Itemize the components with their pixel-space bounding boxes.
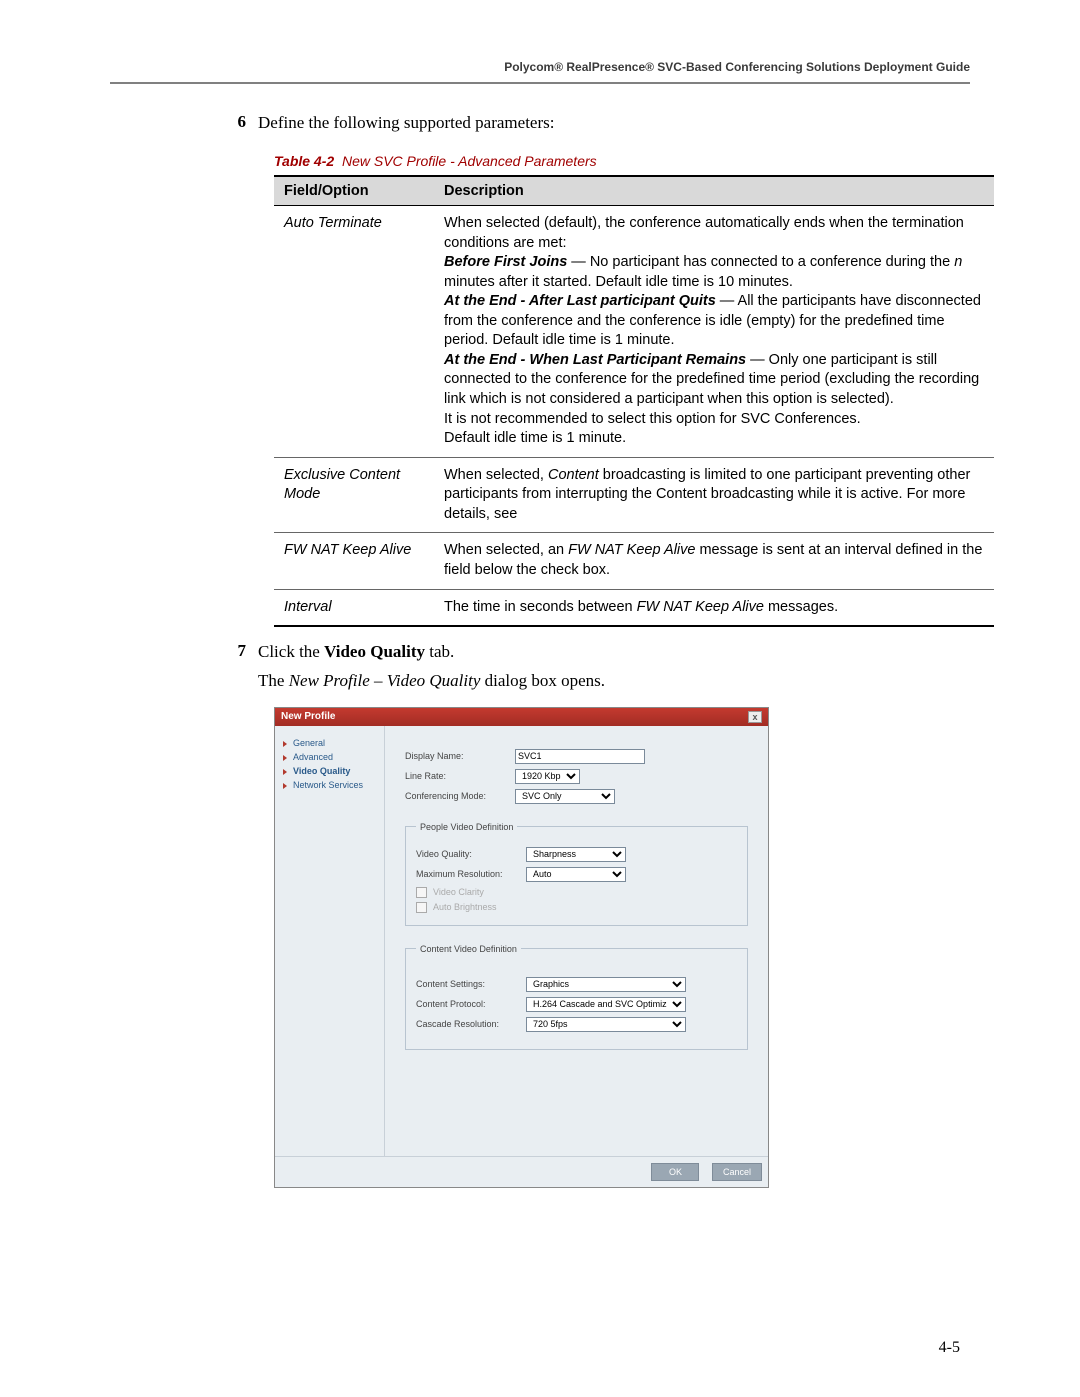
content-protocol-label: Content Protocol: [416, 999, 526, 1009]
cascade-resolution-label: Cascade Resolution: [416, 1019, 526, 1029]
desc-auto-terminate: When selected (default), the conference … [434, 205, 994, 457]
dialog-footer: OK Cancel [275, 1156, 768, 1187]
dialog-body: General Advanced Video Quality Network S… [275, 726, 768, 1156]
field-fw-nat-keep-alive: FW NAT Keep Alive [274, 533, 434, 589]
step-7-number: 7 [230, 641, 258, 664]
auto-brightness-label: Auto Brightness [433, 902, 497, 912]
display-name-input[interactable] [515, 749, 645, 764]
conferencing-mode-label: Conferencing Mode: [405, 791, 515, 801]
new-profile-dialog: New Profile x General Advanced Video Qua… [274, 707, 769, 1188]
line-rate-select[interactable]: 1920 Kbps [515, 769, 580, 784]
field-auto-terminate: Auto Terminate [274, 205, 434, 457]
header-rule [110, 82, 970, 84]
step-6: 6 Define the following supported paramet… [230, 112, 970, 135]
conferencing-mode-select[interactable]: SVC Only [515, 789, 615, 804]
table-row: FW NAT Keep Alive When selected, an FW N… [274, 533, 994, 589]
auto-brightness-checkbox[interactable] [416, 902, 427, 913]
maximum-resolution-label: Maximum Resolution: [416, 869, 526, 879]
sidebar-item-video-quality[interactable]: Video Quality [281, 764, 378, 778]
video-quality-label: Video Quality: [416, 849, 526, 859]
table-row: Auto Terminate When selected (default), … [274, 205, 994, 457]
content-settings-label: Content Settings: [416, 979, 526, 989]
ok-button[interactable]: OK [651, 1163, 699, 1181]
sidebar-item-general[interactable]: General [281, 736, 378, 750]
th-field: Field/Option [274, 176, 434, 206]
sidebar-item-network-services[interactable]: Network Services [281, 778, 378, 792]
step-7-sub: The New Profile – Video Quality dialog b… [230, 670, 970, 693]
people-video-definition-group: People Video Definition Video Quality: S… [405, 822, 748, 926]
content-video-definition-legend: Content Video Definition [416, 944, 521, 954]
dialog-sidebar: General Advanced Video Quality Network S… [275, 726, 385, 1156]
table-caption-label: Table 4-2 [274, 153, 334, 169]
running-head: Polycom® RealPresence® SVC-Based Confere… [110, 60, 970, 74]
step-7: 7 Click the Video Quality tab. [230, 641, 970, 664]
dialog-main: Display Name: Line Rate: 1920 Kbps Confe… [385, 726, 768, 1156]
table-row: Interval The time in seconds between FW … [274, 589, 994, 626]
cancel-button[interactable]: Cancel [712, 1163, 762, 1181]
content-settings-select[interactable]: Graphics [526, 977, 686, 992]
page: Polycom® RealPresence® SVC-Based Confere… [0, 0, 1080, 1397]
maximum-resolution-select[interactable]: Auto [526, 867, 626, 882]
th-description: Description [434, 176, 994, 206]
desc-interval: The time in seconds between FW NAT Keep … [434, 589, 994, 626]
step-6-number: 6 [230, 112, 258, 135]
dialog-titlebar: New Profile x [275, 708, 768, 726]
desc-fw-nat-keep-alive: When selected, an FW NAT Keep Alive mess… [434, 533, 994, 589]
video-quality-select[interactable]: Sharpness [526, 847, 626, 862]
close-icon[interactable]: x [748, 711, 762, 723]
table-caption-text: New SVC Profile - Advanced Parameters [342, 153, 597, 169]
content-video-definition-group: Content Video Definition Content Setting… [405, 944, 748, 1050]
page-number: 4-5 [939, 1339, 960, 1357]
cascade-resolution-select[interactable]: 720 5fps [526, 1017, 686, 1032]
field-interval: Interval [274, 589, 434, 626]
video-clarity-label: Video Clarity [433, 887, 484, 897]
table-caption: Table 4-2 New SVC Profile - Advanced Par… [274, 153, 970, 169]
video-clarity-checkbox[interactable] [416, 887, 427, 898]
dialog-title: New Profile [281, 711, 335, 722]
line-rate-label: Line Rate: [405, 771, 515, 781]
people-video-definition-legend: People Video Definition [416, 822, 517, 832]
step-7-sub-text: The New Profile – Video Quality dialog b… [258, 670, 605, 693]
display-name-label: Display Name: [405, 751, 515, 761]
content-protocol-select[interactable]: H.264 Cascade and SVC Optimized [526, 997, 686, 1012]
table-row: Exclusive Content Mode When selected, Co… [274, 457, 994, 533]
step-6-text: Define the following supported parameter… [258, 112, 554, 135]
field-exclusive-content-mode: Exclusive Content Mode [274, 457, 434, 533]
sidebar-item-advanced[interactable]: Advanced [281, 750, 378, 764]
parameters-table: Field/Option Description Auto Terminate … [274, 175, 994, 627]
step-7-text: Click the Video Quality tab. [258, 641, 454, 664]
desc-exclusive-content-mode: When selected, Content broadcasting is l… [434, 457, 994, 533]
